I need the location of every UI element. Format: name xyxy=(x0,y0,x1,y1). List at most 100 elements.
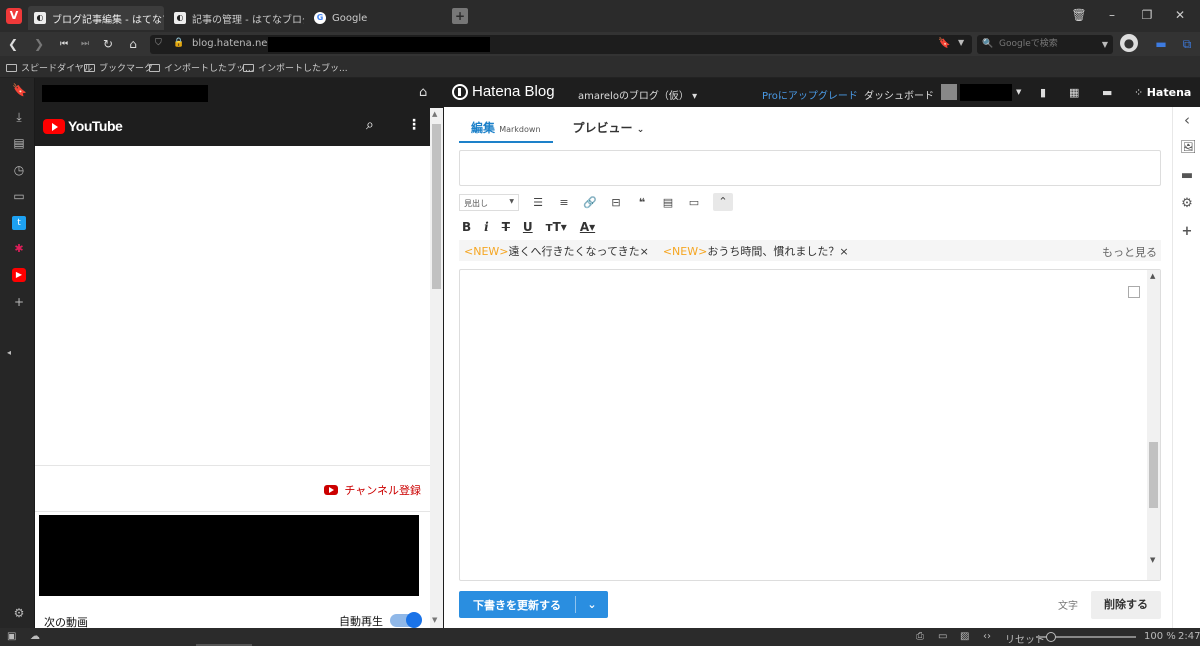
underline-icon[interactable]: U xyxy=(523,220,533,234)
translate-icon[interactable]: ⧉ xyxy=(1179,36,1195,52)
gear-icon[interactable]: ⚙ xyxy=(1180,197,1194,211)
window-panel-icon[interactable]: ▭ xyxy=(12,189,26,203)
home-icon[interactable]: ⌂ xyxy=(125,36,141,52)
url-field[interactable]: ⛉ 🔒 blog.hatena.ne.jp/ 🔖 ▼ xyxy=(150,35,972,54)
camera-icon[interactable]: ⎙ xyxy=(916,631,924,642)
code-icon[interactable]: ‹› xyxy=(983,631,991,642)
redacted-username[interactable] xyxy=(960,84,1012,101)
tab-edit[interactable]: 編集 Markdown xyxy=(459,115,553,143)
chevron-down-icon[interactable]: ▼ xyxy=(1016,88,1021,96)
forward-icon[interactable]: ❯ xyxy=(31,36,47,52)
scrollbar[interactable]: ▲ ▼ xyxy=(430,108,443,628)
bold-icon[interactable]: B xyxy=(462,220,471,234)
notes-icon[interactable]: ▤ xyxy=(12,136,26,150)
video-thumbnail[interactable] xyxy=(39,515,419,596)
horizontal-rule-icon[interactable]: ⊟ xyxy=(609,196,623,209)
vivaldi-menu-icon[interactable]: V xyxy=(6,8,22,24)
subscribe-button[interactable]: チャンネル登録 xyxy=(324,482,421,498)
link-icon[interactable]: 🔗 xyxy=(583,196,597,209)
tab-google[interactable]: G Google xyxy=(308,6,448,30)
update-draft-button[interactable]: 下書きを更新する ⌄ xyxy=(459,591,608,618)
scroll-down-icon[interactable]: ▼ xyxy=(432,616,437,624)
title-input[interactable] xyxy=(459,150,1161,186)
dashboard-link[interactable]: ダッシュボード xyxy=(864,87,934,102)
add-panel-icon[interactable]: + xyxy=(12,295,26,309)
new-tab-icon[interactable]: + xyxy=(452,8,468,24)
collapse-left-icon[interactable]: ◂ xyxy=(2,346,16,360)
download-icon[interactable]: ⤓ xyxy=(12,110,26,124)
tab-blog-edit[interactable]: ◐ ブログ記事編集 - はてなブログ xyxy=(28,6,164,30)
collapse-toolbar-icon[interactable]: ⌃ xyxy=(713,193,733,211)
photo-icon[interactable]: 🖼 xyxy=(1180,141,1197,155)
search-icon[interactable]: ⌕ xyxy=(366,117,374,133)
bookmark-icon[interactable]: 🔖 xyxy=(938,38,950,49)
zoom-slider-knob[interactable] xyxy=(1046,632,1056,642)
home-icon[interactable]: ⌂ xyxy=(419,85,427,100)
scroll-down-icon[interactable]: ▼ xyxy=(1150,556,1155,564)
quote-icon[interactable]: ❝ xyxy=(635,196,649,209)
chevron-down-icon[interactable]: ▼ xyxy=(1102,35,1108,54)
twitter-icon[interactable]: t xyxy=(12,216,26,230)
italic-icon[interactable]: i xyxy=(484,220,489,234)
chevron-down-icon[interactable]: ⌄ xyxy=(576,598,608,611)
bookmark-folder[interactable]: ブックマーク xyxy=(84,61,153,74)
youtube-logo[interactable]: YouTube xyxy=(43,118,123,134)
image-icon[interactable]: ▨ xyxy=(960,631,969,642)
chevron-down-icon[interactable]: ▼ xyxy=(958,38,964,47)
scroll-up-icon[interactable]: ▲ xyxy=(432,110,437,118)
tab-article-manage[interactable]: ◐ 記事の管理 - はてなブログ xyxy=(168,6,304,30)
autoplay-toggle[interactable] xyxy=(390,612,422,628)
back-icon[interactable]: ❮ xyxy=(5,36,21,52)
restore-icon[interactable]: ❐ xyxy=(1139,8,1155,22)
blog-name-dropdown[interactable]: amareloのブログ（仮） ▾ xyxy=(578,87,697,102)
numbered-list-icon[interactable]: ≡ xyxy=(557,196,571,209)
hatena-menu[interactable]: ⁘ Hatena xyxy=(1134,86,1191,99)
more-vert-icon[interactable]: ⋮ xyxy=(407,117,421,133)
copy-icon[interactable] xyxy=(1128,286,1140,298)
bookmark-imported-2[interactable]: インポートしたブッ... xyxy=(243,61,348,74)
more-tools-icon[interactable]: ▭ xyxy=(687,196,701,209)
slack-icon[interactable]: ✱ xyxy=(12,242,26,256)
plus-icon[interactable]: + xyxy=(1180,225,1194,239)
avatar[interactable] xyxy=(941,84,957,100)
cloud-sync-icon[interactable]: ☁ xyxy=(30,631,40,642)
hatena-blog-logo[interactable]: Hatena Blog xyxy=(452,83,555,100)
close-icon[interactable]: ✕ xyxy=(1172,8,1188,22)
more-link[interactable]: もっと見る xyxy=(1102,244,1157,260)
text-color-icon[interactable]: A▾ xyxy=(580,220,595,234)
minimize-icon[interactable]: – xyxy=(1104,8,1120,22)
table-of-contents-icon[interactable]: ▤ xyxy=(661,196,675,209)
comment-icon[interactable]: ▬ xyxy=(1102,86,1112,99)
heading-select[interactable]: 見出し ▼ xyxy=(459,193,519,211)
history-icon[interactable]: ◷ xyxy=(12,163,26,177)
scrollbar-thumb[interactable] xyxy=(1149,442,1158,508)
scrollbar-thumb[interactable] xyxy=(432,124,441,289)
tab-preview[interactable]: プレビュー ⌄ xyxy=(573,115,645,143)
zoom-reset[interactable]: リセット xyxy=(1005,631,1045,646)
font-size-icon[interactable]: ᴛT▾ xyxy=(546,220,567,234)
search-input[interactable]: 🔍 Googleで検索 ▼ xyxy=(977,35,1113,54)
tile-icon[interactable]: ▭ xyxy=(938,631,947,642)
rewind-icon[interactable]: ⏮ xyxy=(56,36,72,52)
tag-item[interactable]: <NEW>おうち時間、慣れました？× xyxy=(663,243,849,259)
shield-icon[interactable]: ⛉ xyxy=(155,38,162,48)
delete-button[interactable]: 削除する xyxy=(1091,591,1161,619)
bookmark-icon[interactable]: ▮ xyxy=(1040,86,1046,99)
tag-item[interactable]: <NEW>遠くへ行きたくなってきた× xyxy=(464,243,649,259)
scroll-up-icon[interactable]: ▲ xyxy=(1150,272,1155,280)
chevron-left-icon[interactable]: ‹ xyxy=(1180,113,1194,128)
trash-icon[interactable]: 🗑 xyxy=(1071,8,1087,22)
folder-icon[interactable]: ▬ xyxy=(1180,169,1194,183)
bookmark-panel-icon[interactable]: 🔖 xyxy=(12,83,27,97)
scrollbar[interactable]: ▲ ▼ xyxy=(1147,270,1160,580)
grid-menu-icon[interactable]: ▦ xyxy=(1069,86,1079,99)
bookmark-imported-1[interactable]: インポートしたブッ... xyxy=(149,61,254,74)
body-textarea[interactable]: ▲ ▼ xyxy=(459,269,1161,581)
strikethrough-icon[interactable]: T xyxy=(502,220,510,234)
reload-icon[interactable]: ↻ xyxy=(100,36,116,52)
bullet-list-icon[interactable]: ☰ xyxy=(531,196,545,209)
chat-icon[interactable]: ▬ xyxy=(1153,36,1169,52)
youtube-panel-icon[interactable]: ▶ xyxy=(12,268,26,282)
bookmark-speed-dial[interactable]: スピードダイヤル xyxy=(6,61,93,74)
profile-icon[interactable]: ● xyxy=(1120,34,1138,52)
